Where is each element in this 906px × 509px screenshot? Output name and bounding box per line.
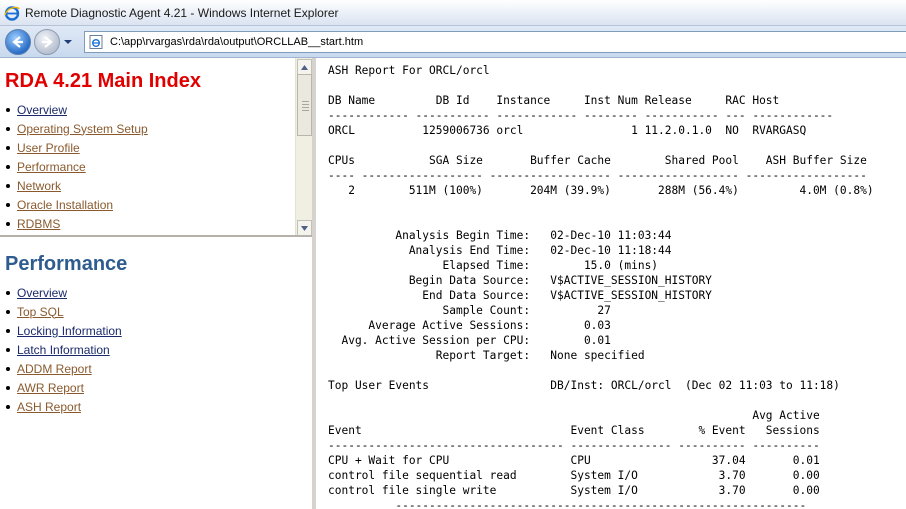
nav-item: AWR Report [6,378,122,397]
nav-item: ASH Report [6,397,122,416]
bullet-icon [6,385,10,390]
nav-item: ADDM Report [6,359,122,378]
bullet-icon [6,366,10,371]
report-line: ------------ ----------- ------------ --… [328,109,834,122]
nav-item: Oracle Installation [6,195,148,214]
bullet-icon [6,183,10,188]
report-line: 2 511M (100%) 204M (39.9%) 288M (56.4%) … [328,184,874,197]
bullet-icon [6,328,10,333]
report-line: control file single write System I/O 3.7… [328,484,820,497]
report-line: control file sequential read System I/O … [328,469,820,482]
report-line: Top User Events DB/Inst: ORCL/orcl (Dec … [328,379,840,392]
nav-item: Top SQL [6,302,122,321]
window-titlebar: Remote Diagnostic Agent 4.21 - Windows I… [0,0,906,26]
nav-link[interactable]: Top SQL [17,305,64,319]
main-index-scrollbar[interactable] [295,58,312,235]
bullet-icon [6,107,10,112]
report-line: Avg. Active Session per CPU: 0.01 [328,334,611,347]
nav-link[interactable]: Operating System Setup [17,122,148,136]
nav-item: Locking Information [6,321,122,340]
nav-item: Operating System Setup [6,119,148,138]
report-line: ---- ------------------ ----------------… [328,169,867,182]
report-line: Event Event Class % Event Sessions [328,424,820,437]
chevron-down-icon [301,225,308,231]
bullet-icon [6,202,10,207]
nav-link[interactable]: Locking Information [17,324,122,338]
main-index-list: Overview Operating System Setup User Profi… [6,100,148,233]
nav-link[interactable]: ADDM Report [17,362,92,376]
nav-item: User Profile [6,138,148,157]
nav-link[interactable]: Latch Information [17,343,110,357]
nav-item: Overview [6,100,148,119]
scroll-up-button[interactable] [297,59,312,75]
nav-link[interactable]: AWR Report [17,381,84,395]
nav-link[interactable]: Oracle Installation [17,198,113,212]
bullet-icon [6,347,10,352]
scroll-down-button[interactable] [297,220,312,235]
nav-item: Performance [6,157,148,176]
nav-link[interactable]: RDBMS [17,217,60,231]
performance-frame: Performance Overview Top SQL Locking Infor… [0,241,312,509]
nav-link[interactable]: Network [17,179,61,193]
left-navigation-frames: RDA 4.21 Main Index Overview Operating Sy… [0,58,316,509]
report-line: Average Active Sessions: 0.03 [328,319,611,332]
arrow-right-icon [42,36,53,48]
internet-explorer-icon [4,5,20,21]
report-line: ----------------------------------- ----… [328,439,820,452]
ash-report-text: ASH Report For ORCL/orcl DB Name DB Id I… [328,63,874,509]
nav-link[interactable]: ASH Report [17,400,81,414]
scroll-thumb[interactable] [297,74,312,136]
nav-link[interactable]: User Profile [17,141,80,155]
main-index-frame: RDA 4.21 Main Index Overview Operating Sy… [0,58,312,237]
performance-list: Overview Top SQL Locking Information Latch … [6,283,122,416]
report-line: End Data Source: V$ACTIVE_SESSION_HISTOR… [328,289,712,302]
report-line: ORCL 1259006736 orcl 1 11.2.0.1.0 NO RVA… [328,124,807,137]
nav-link[interactable]: Overview [17,103,67,117]
bullet-icon [6,309,10,314]
bullet-icon [6,221,10,226]
report-line: Avg Active [328,409,820,422]
arrow-left-icon [12,36,23,48]
bullet-icon [6,404,10,409]
navigation-bar: C:\app\rvargas\rda\rda\output\ORCLLAB__s… [0,26,906,58]
report-line: Report Target: None specified [328,349,645,362]
web-page-icon [89,35,103,49]
nav-item: RDBMS [6,214,148,233]
nav-link[interactable]: Overview [17,286,67,300]
report-line: CPU + Wait for CPU CPU 37.04 0.01 [328,454,820,467]
window-title: Remote Diagnostic Agent 4.21 - Windows I… [25,5,339,20]
performance-title: Performance [5,253,128,275]
bullet-icon [6,145,10,150]
bullet-icon [6,290,10,295]
report-frame: ASH Report For ORCL/orcl DB Name DB Id I… [320,58,906,509]
report-line: Begin Data Source: V$ACTIVE_SESSION_HIST… [328,274,712,287]
bullet-icon [6,126,10,131]
address-url[interactable]: C:\app\rvargas\rda\rda\output\ORCLLAB__s… [110,36,363,48]
forward-button[interactable] [34,29,60,55]
address-bar[interactable]: C:\app\rvargas\rda\rda\output\ORCLLAB__s… [84,31,906,53]
nav-link[interactable]: Performance [17,160,86,174]
nav-item: Network [6,176,148,195]
bullet-icon [6,164,10,169]
back-button[interactable] [5,29,31,55]
nav-item: Latch Information [6,340,122,359]
nav-item: Overview [6,283,122,302]
chevron-up-icon [301,64,308,70]
report-line: Sample Count: 27 [328,304,611,317]
main-index-title: RDA 4.21 Main Index [5,70,201,92]
recent-pages-dropdown-icon[interactable] [62,36,74,48]
report-line: ----------------------------------------… [328,499,807,509]
report-line: Analysis End Time: 02-Dec-10 11:18:44 [328,244,672,257]
report-line: ASH Report For ORCL/orcl [328,64,490,77]
report-line: DB Name DB Id Instance Inst Num Release … [328,94,780,107]
report-line: Elapsed Time: 15.0 (mins) [328,259,659,272]
report-line: CPUs SGA Size Buffer Cache Shared Pool A… [328,154,867,167]
report-line: Analysis Begin Time: 02-Dec-10 11:03:44 [328,229,672,242]
